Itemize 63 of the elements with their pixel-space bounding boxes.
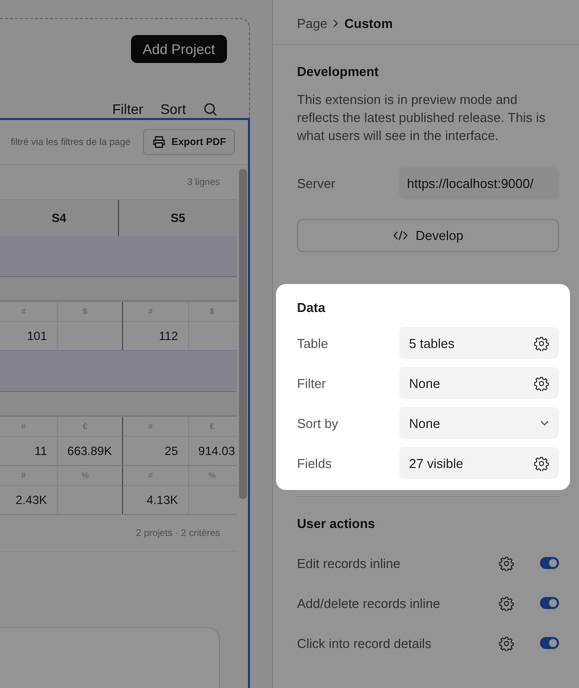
table-cell: 112 [158, 329, 178, 343]
toggle-switch[interactable] [540, 557, 559, 569]
breadcrumb-link[interactable]: Page [297, 16, 328, 31]
field-label: Table [297, 336, 330, 350]
column-header: S4 [50, 210, 68, 227]
unit-label: # [148, 471, 153, 480]
filter-note: filtré via les filtres de la page [10, 136, 131, 148]
develop-button[interactable]: Develop [297, 219, 559, 252]
field-label: Fields [297, 456, 333, 470]
table-cell: 663.89K [67, 444, 112, 458]
toggle-switch[interactable] [540, 597, 559, 609]
option-label: Edit records inline [297, 556, 402, 570]
gear-icon[interactable] [499, 556, 514, 570]
unit-label: # [148, 422, 153, 431]
unit-label: # [148, 307, 153, 316]
table-cell: 4.13K [146, 493, 178, 507]
printer-icon [152, 135, 166, 149]
unit-label: # [21, 422, 26, 431]
toggle-switch[interactable] [540, 637, 559, 649]
add-project-button[interactable]: Add Project [130, 35, 227, 63]
gear-icon[interactable] [534, 336, 549, 350]
search-icon[interactable] [203, 102, 218, 116]
gear-icon[interactable] [499, 596, 514, 610]
option-label: Click into record details [297, 636, 432, 650]
table-cell: 914.03 [198, 444, 235, 458]
table-cell: 11 [34, 444, 47, 458]
unit-label: € [210, 422, 214, 431]
chevron-right-icon [332, 19, 340, 28]
unit-label: % [208, 471, 216, 480]
option-label: Add/delete records inline [297, 596, 442, 610]
field-label: Filter [297, 376, 327, 390]
unit-label: # [21, 471, 26, 480]
chevron-down-icon [540, 420, 549, 426]
section-title: User actions [297, 516, 376, 531]
gear-icon[interactable] [534, 456, 549, 470]
unit-label: $ [210, 307, 214, 316]
unit-label: $ [82, 307, 88, 316]
unit-label: % [81, 471, 89, 480]
field-label: Server [297, 176, 336, 190]
section-title: Development [297, 64, 380, 79]
unit-label: € [82, 422, 88, 431]
toolbar-button[interactable]: Filter [112, 101, 144, 117]
row-count: 3 lignes [187, 176, 220, 188]
toolbar-button[interactable]: Sort [160, 101, 186, 117]
field-label: Sort by [297, 416, 340, 430]
gear-icon[interactable] [534, 376, 549, 390]
code-icon [392, 230, 408, 241]
unit-label: # [21, 307, 26, 316]
description-text: This extension is in preview mode and reflects the latest published release. This is what users will see in the interface. [297, 91, 546, 145]
dropdown-field[interactable]: None [399, 407, 559, 439]
export-pdf-button[interactable]: Export PDF [142, 129, 235, 155]
table-cell: 2.43K [16, 493, 47, 507]
gear-icon[interactable] [499, 636, 514, 650]
server-field[interactable]: https://localhost:9000/ [399, 167, 559, 199]
section-title: Data [297, 300, 326, 315]
settings-field[interactable]: None [399, 367, 559, 399]
scrollbar-thumb[interactable] [238, 169, 246, 499]
settings-field[interactable]: 27 visible [399, 447, 559, 479]
table-summary: 2 projets · 2 critères [136, 528, 220, 538]
table-cell: 101 [26, 329, 47, 343]
settings-field[interactable]: 5 tables [399, 327, 559, 359]
table-cell: 25 [164, 444, 178, 458]
breadcrumb-current: Custom [344, 16, 393, 31]
